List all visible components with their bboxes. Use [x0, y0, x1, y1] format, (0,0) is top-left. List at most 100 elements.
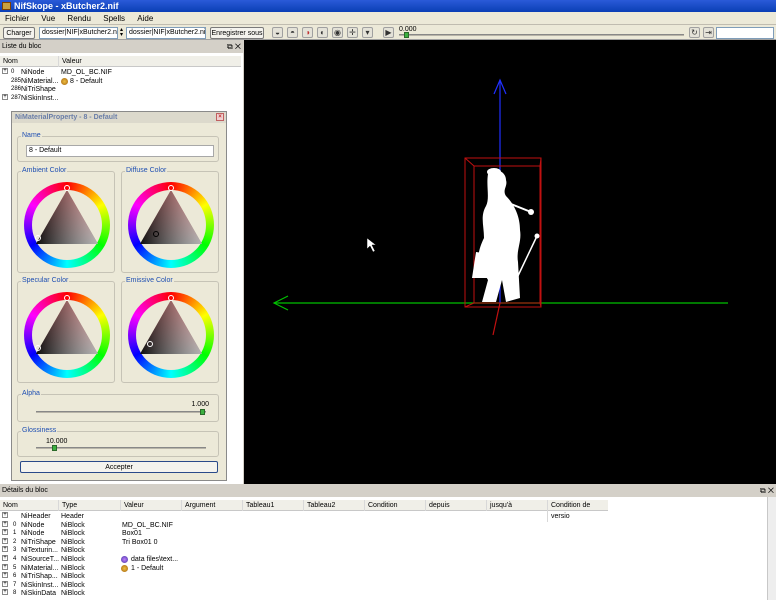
details-scrollbar[interactable] [767, 497, 776, 600]
view-front-icon[interactable]: ◓ [287, 27, 298, 38]
path-stepper[interactable]: ▴ ▾ [120, 27, 125, 38]
expand-icon[interactable]: + [2, 537, 8, 544]
options-dropdown-icon[interactable]: ▾ [362, 27, 373, 38]
switch-icon[interactable]: ⇥ [703, 27, 714, 38]
color-label: Ambient Color [21, 167, 68, 174]
dialog-title: NiMaterialProperty - 8 - Default × [12, 112, 226, 123]
expand-icon[interactable]: + [2, 93, 8, 100]
expand-icon[interactable]: + [2, 68, 8, 74]
details-row[interactable]: +1 NiNode NiBlock Box01 [0, 529, 608, 538]
material-property-dialog: NiMaterialProperty - 8 - Default × Name … [11, 111, 227, 481]
details-row[interactable]: +2 NiTriShape NiBlock Tri Box01 0 [0, 537, 608, 547]
view-top-icon[interactable]: ◒ [272, 27, 283, 38]
row-name: NiSkinData [21, 590, 57, 598]
accept-button[interactable]: Accepter [20, 461, 218, 473]
menu-vue[interactable]: Vue [36, 12, 60, 25]
details-col-header[interactable]: Valeur [120, 500, 144, 511]
color-triangle[interactable] [24, 182, 110, 268]
animation-select[interactable] [716, 27, 774, 39]
color-group: Emissive Color [121, 277, 219, 383]
row-index: 287 [11, 94, 22, 101]
menu-rendu[interactable]: Rendu [62, 12, 96, 25]
time-slider[interactable] [399, 34, 684, 36]
details-row[interactable]: +7 NiSkinInst... NiBlock [0, 580, 608, 590]
expand-icon[interactable]: + [2, 572, 8, 579]
mouse-cursor-icon [366, 237, 377, 253]
details-col-header[interactable]: jusqu'à [486, 500, 512, 511]
details-col-header[interactable]: Type [58, 500, 77, 511]
view-user-icon[interactable]: ◐ [317, 27, 328, 38]
expand-icon[interactable]: + [2, 520, 8, 527]
details-row[interactable]: +3 NiTexturin... NiBlock [0, 546, 608, 555]
alpha-slider-thumb[interactable] [200, 409, 205, 415]
alpha-value: 1.000 [191, 401, 209, 408]
expand-icon[interactable]: + [2, 512, 8, 518]
menu-bar: Fichier Vue Rendu Spells Aide [0, 12, 776, 25]
dialog-close-icon[interactable]: × [216, 113, 224, 121]
color-label: Specular Color [21, 277, 70, 284]
name-input[interactable]: 8 - Default [26, 145, 214, 157]
col-nom[interactable]: Nom [0, 56, 18, 67]
glossiness-slider-thumb[interactable] [52, 445, 58, 451]
expand-icon[interactable]: + [2, 555, 8, 561]
details-col-header[interactable]: Condition [364, 500, 398, 511]
details-row[interactable]: +5 NiMaterial... NiBlock 1 - Default [0, 563, 608, 573]
render-viewport[interactable] [244, 40, 776, 484]
block-details-title: Détails du bloc ⧉ ✕ [0, 486, 776, 496]
menu-fichier[interactable]: Fichier [0, 12, 34, 25]
expand-icon[interactable]: + [2, 563, 8, 570]
app-icon [2, 2, 11, 10]
name-label: Name [21, 132, 42, 139]
details-row[interactable]: + NiHeader Header [0, 512, 608, 521]
dock-float-close-icon[interactable]: ⧉ ✕ [227, 42, 241, 52]
color-triangle[interactable] [24, 292, 110, 378]
details-float-close-icon[interactable]: ⧉ ✕ [760, 486, 774, 496]
color-label: Emissive Color [125, 277, 174, 284]
save-path-field[interactable]: dossier|NIF|xButcher2.nif [126, 27, 206, 39]
details-row[interactable]: +8 NiSkinData NiBlock [0, 589, 608, 598]
color-triangle[interactable] [128, 292, 214, 378]
menu-spells[interactable]: Spells [98, 12, 130, 25]
loop-icon[interactable]: ↻ [689, 27, 700, 38]
details-col-header[interactable]: Nom [0, 500, 18, 511]
material-icon [121, 564, 128, 572]
expand-icon[interactable]: + [2, 546, 8, 553]
time-slider-thumb[interactable] [404, 32, 409, 38]
save-as-button[interactable]: Enregistrer sous [210, 27, 264, 39]
details-col-header[interactable]: depuis [425, 500, 450, 511]
details-row[interactable]: +0 NiNode NiBlock MD_OL_BC.NIF [0, 520, 608, 530]
menu-aide[interactable]: Aide [132, 12, 158, 25]
details-col-header[interactable]: Tableau1 [242, 500, 274, 511]
glossiness-slider[interactable] [36, 447, 206, 449]
load-path-field[interactable]: dossier|NIF|xButcher2.nif [39, 27, 118, 39]
butcher-model [472, 168, 540, 302]
play-icon[interactable]: ▶ [383, 27, 394, 38]
color-triangle[interactable] [128, 182, 214, 268]
details-col-header[interactable]: Argument [181, 500, 215, 511]
row-index: 8 [13, 590, 17, 597]
texture-icon [121, 556, 128, 563]
details-row[interactable]: +6 NiTriShap... NiBlock [0, 572, 608, 581]
scene-svg[interactable] [244, 40, 776, 484]
col-valeur[interactable]: Valeur [58, 56, 241, 67]
toolbar: Charger dossier|NIF|xButcher2.nif ▴ ▾ dos… [0, 25, 776, 40]
material-icon [61, 77, 68, 85]
block-list-row[interactable]: 285 NiMaterial... 8 - Default [0, 77, 241, 86]
details-row[interactable]: +4 NiSourceT... NiBlock data files\text... [0, 555, 608, 564]
block-list-row[interactable]: 286 NiTriShape [0, 85, 241, 94]
load-button[interactable]: Charger [3, 27, 35, 39]
axes-icon[interactable]: ✛ [347, 27, 358, 38]
view-side-icon[interactable]: ◑ [302, 27, 313, 38]
block-list-row[interactable]: +287 NiSkinInst... [0, 93, 241, 103]
expand-icon[interactable]: + [2, 580, 8, 587]
block-list-header: Nom Valeur [0, 56, 241, 67]
color-group: Specular Color [17, 277, 115, 383]
details-col-header[interactable]: Tableau2 [303, 500, 335, 511]
expand-icon[interactable]: + [2, 529, 8, 536]
name-group: Name 8 - Default [17, 132, 219, 162]
alpha-slider[interactable] [36, 411, 206, 413]
block-list-row[interactable]: +0 NiNode MD_OL_BC.NIF [0, 68, 241, 77]
expand-icon[interactable]: + [2, 589, 8, 596]
perspective-icon[interactable]: ◉ [332, 27, 343, 38]
row-name: NiSkinInst... [21, 94, 59, 102]
